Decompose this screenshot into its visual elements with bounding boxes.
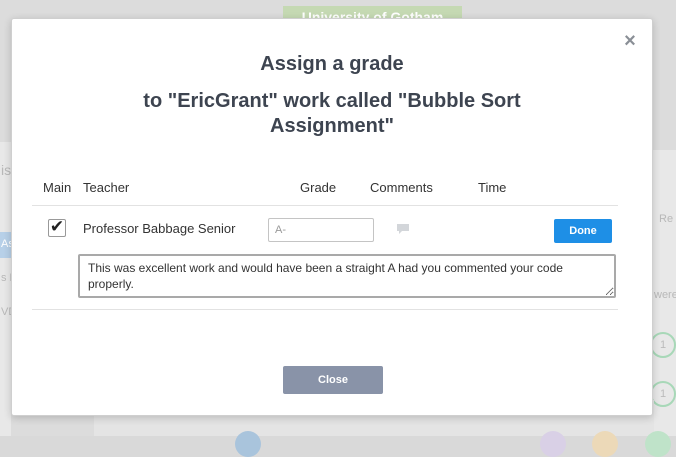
teacher-name: Professor Babbage Senior: [83, 221, 236, 236]
table-header-divider: [32, 205, 618, 206]
speech-bubble-icon[interactable]: [396, 223, 410, 235]
close-button[interactable]: Close: [283, 366, 383, 394]
column-header-time: Time: [478, 180, 507, 195]
done-button[interactable]: Done: [554, 219, 612, 243]
grade-input[interactable]: [268, 218, 374, 242]
close-icon[interactable]: ×: [622, 31, 638, 51]
background-dot: [540, 431, 566, 457]
column-header-grade: Grade: [300, 180, 337, 195]
background-fragment: were: [654, 289, 676, 301]
background-fragment: is: [1, 162, 12, 178]
background-dot: [235, 431, 261, 457]
background-count-badge: 1: [650, 332, 676, 358]
background-dot: [592, 431, 618, 457]
background-fragment: Re: [659, 213, 674, 225]
modal-title: Assign a grade: [260, 53, 404, 75]
comment-textarea[interactable]: This was excellent work and would have b…: [78, 254, 616, 298]
modal-subtitle: to "EricGrant" work called "Bubble Sort …: [143, 90, 521, 137]
column-header-teacher: Teacher: [83, 180, 130, 195]
table-row-divider: [32, 309, 618, 310]
assign-grade-modal: × Assign a grade to "EricGrant" work cal…: [11, 18, 653, 416]
column-header-main: Main: [43, 180, 72, 195]
background-left-panel: [0, 142, 11, 436]
background-dot: [645, 431, 671, 457]
main-checkbox[interactable]: ✔: [48, 218, 66, 237]
column-header-comments: Comments: [370, 180, 433, 195]
